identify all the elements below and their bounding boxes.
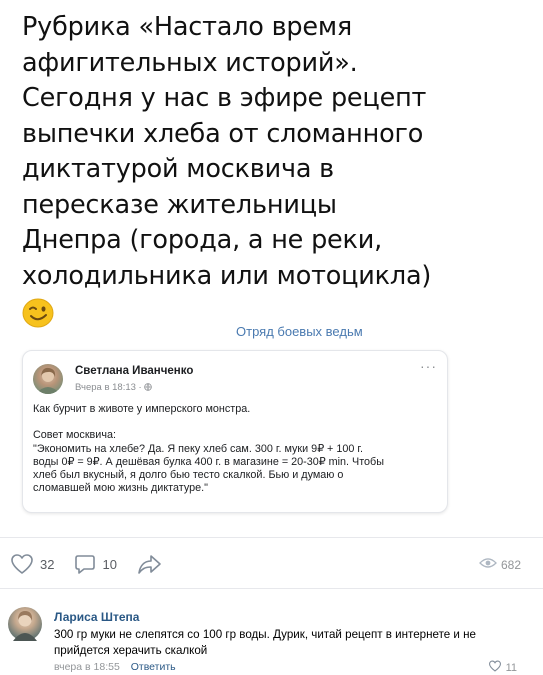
globe-icon xyxy=(144,382,153,393)
comments-count: 10 xyxy=(102,556,117,572)
post-text: Рубрика «Настало время афигительных исто… xyxy=(22,12,432,291)
comment-author[interactable]: Лариса Штепа xyxy=(54,610,139,624)
comment-like-button[interactable]: 11 xyxy=(488,660,517,675)
comment-button[interactable]: 10 xyxy=(74,553,117,575)
comment-icon xyxy=(74,553,96,575)
more-options-button[interactable]: ··· xyxy=(420,359,437,373)
comment-time[interactable]: вчера в 18:55 xyxy=(54,661,120,673)
share-arrow-icon xyxy=(137,553,163,575)
post-divider xyxy=(0,537,543,538)
repost-body: Как бурчит в животе у имперского монстра… xyxy=(33,403,384,495)
winking-face-emoji-icon xyxy=(22,298,54,328)
repost-author-name[interactable]: Светлана Иванченко xyxy=(75,365,193,377)
eye-icon xyxy=(479,556,497,574)
comments-divider xyxy=(0,588,543,589)
group-tag-link[interactable]: Отряд боевых ведьм xyxy=(236,324,363,339)
repost-meta: Вчера в 18:13 · xyxy=(75,382,153,393)
views-count: 682 xyxy=(500,558,521,572)
comment-likes-count: 11 xyxy=(505,661,517,674)
repost-time: Вчера в 18:13 · xyxy=(75,382,145,393)
repost-avatar[interactable] xyxy=(33,364,63,394)
post-actions: 32 10 xyxy=(10,553,183,575)
views-counter: 682 xyxy=(479,556,521,574)
comment-footer: вчера в 18:55 Ответить xyxy=(54,661,176,673)
comment-text: 300 гр муки не слепятся со 100 гр воды. … xyxy=(54,628,476,657)
heart-icon xyxy=(10,553,34,575)
like-button[interactable]: 32 xyxy=(10,553,54,575)
share-button[interactable] xyxy=(137,553,163,575)
comment-avatar[interactable] xyxy=(8,607,42,641)
repost-card[interactable]: Светлана Иванченко Вчера в 18:13 · ··· К… xyxy=(22,350,448,513)
reply-button[interactable]: Ответить xyxy=(131,661,176,673)
likes-count: 32 xyxy=(40,556,55,572)
heart-icon xyxy=(488,660,502,675)
